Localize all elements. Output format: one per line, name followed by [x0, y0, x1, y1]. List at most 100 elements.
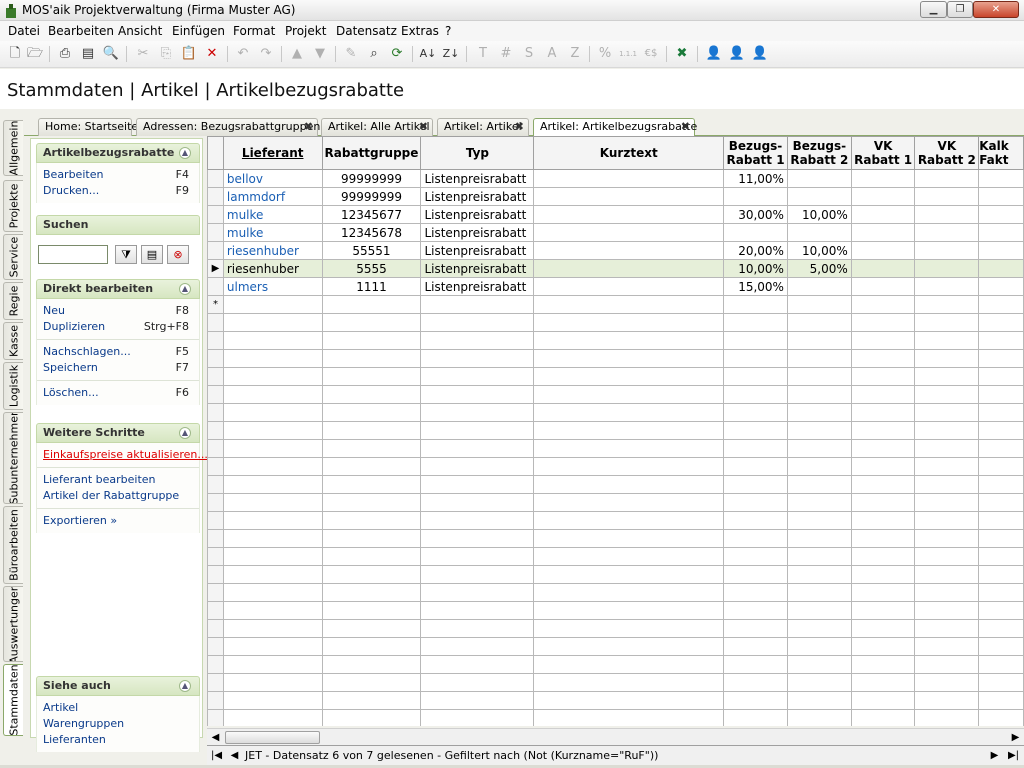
- cell-bezugs-rabatt-1[interactable]: [723, 673, 788, 692]
- cell-typ[interactable]: [420, 349, 535, 368]
- row-selector[interactable]: [207, 493, 224, 512]
- row-selector[interactable]: [207, 367, 224, 386]
- cell-kurztext[interactable]: [533, 691, 725, 710]
- cell-vk-rabatt-2[interactable]: [914, 565, 980, 584]
- cell-rabattgruppe[interactable]: [321, 457, 422, 476]
- empty-row[interactable]: [207, 475, 1024, 494]
- cell-lieferant[interactable]: [222, 637, 323, 656]
- empty-row[interactable]: [207, 709, 1024, 726]
- cell-rabattgruppe[interactable]: [321, 511, 422, 530]
- cell-kalk-faktor[interactable]: [978, 385, 1024, 404]
- cell-rabattgruppe[interactable]: [321, 493, 422, 512]
- cell-rabattgruppe[interactable]: 1111: [321, 277, 422, 296]
- cell-kurztext[interactable]: [533, 655, 725, 674]
- cell-lieferant[interactable]: [222, 547, 323, 566]
- vtab-logistik[interactable]: Logistik: [3, 362, 23, 410]
- cell-typ[interactable]: [420, 331, 535, 350]
- cell-lieferant[interactable]: [222, 655, 323, 674]
- cell-vk-rabatt-1[interactable]: [850, 565, 916, 584]
- cell-bezugs-rabatt-2[interactable]: [786, 637, 852, 656]
- table-row[interactable]: riesenhuber 55551 Listenpreisrabatt 20,00% 1…: [207, 241, 1024, 260]
- menu-einfuegen[interactable]: Einfügen: [172, 24, 225, 38]
- cell-typ[interactable]: Listenpreisrabatt: [420, 277, 535, 296]
- close-tab-icon[interactable]: ✖: [304, 119, 313, 135]
- z-icon[interactable]: Z: [566, 45, 584, 63]
- cell-bezugs-rabatt-1[interactable]: [723, 529, 788, 548]
- row-selector[interactable]: [207, 205, 224, 224]
- new-icon[interactable]: 🗋: [6, 45, 24, 63]
- cell-typ[interactable]: [420, 385, 535, 404]
- cell-vk-rabatt-2[interactable]: [914, 457, 980, 476]
- cell-vk-rabatt-1[interactable]: [850, 403, 916, 422]
- cell-typ[interactable]: [420, 421, 535, 440]
- row-selector[interactable]: [207, 673, 224, 692]
- cell-bezugs-rabatt-2[interactable]: [786, 565, 852, 584]
- cell-kalk-faktor[interactable]: [978, 259, 1024, 278]
- cell-kalk-faktor[interactable]: [978, 205, 1024, 224]
- cell-lieferant[interactable]: [222, 385, 323, 404]
- row-selector[interactable]: *: [207, 295, 224, 314]
- cell-bezugs-rabatt-1[interactable]: [723, 403, 788, 422]
- empty-row[interactable]: [207, 457, 1024, 476]
- cell-vk-rabatt-1[interactable]: [850, 169, 916, 188]
- cell-rabattgruppe[interactable]: 12345677: [321, 205, 422, 224]
- cell-kurztext[interactable]: [533, 205, 725, 224]
- empty-row[interactable]: [207, 565, 1024, 584]
- percent-icon[interactable]: %: [596, 45, 614, 63]
- vtab-kasse[interactable]: Kasse: [3, 322, 23, 360]
- cell-typ[interactable]: [420, 565, 535, 584]
- sort-asc-icon[interactable]: A↓: [419, 45, 437, 63]
- close-tab-icon[interactable]: ✖: [681, 119, 690, 135]
- cell-lieferant[interactable]: lammdorf: [222, 187, 323, 206]
- row-selector[interactable]: [207, 349, 224, 368]
- cell-vk-rabatt-1[interactable]: [850, 475, 916, 494]
- cell-bezugs-rabatt-2[interactable]: [786, 583, 852, 602]
- cut-icon[interactable]: ✂: [134, 45, 152, 63]
- link-artikel[interactable]: Artikel: [37, 700, 199, 716]
- cell-typ[interactable]: Listenpreisrabatt: [420, 205, 535, 224]
- action-einkaufspreise-aktualisieren[interactable]: Einkaufspreise aktualisieren...: [37, 447, 208, 463]
- group-header[interactable]: Weitere Schritte ▲: [36, 423, 200, 443]
- cell-bezugs-rabatt-1[interactable]: [723, 565, 788, 584]
- row-selector[interactable]: [207, 655, 224, 674]
- cell-vk-rabatt-1[interactable]: [850, 295, 916, 314]
- cell-typ[interactable]: [420, 475, 535, 494]
- cell-bezugs-rabatt-1[interactable]: [723, 709, 788, 726]
- cell-vk-rabatt-1[interactable]: [850, 277, 916, 296]
- cell-vk-rabatt-1[interactable]: [850, 493, 916, 512]
- action-artikel-der-rabattgruppe[interactable]: Artikel der Rabattgruppe: [37, 488, 199, 504]
- cell-lieferant[interactable]: [222, 313, 323, 332]
- cell-bezugs-rabatt-2[interactable]: [786, 511, 852, 530]
- cell-lieferant[interactable]: [222, 403, 323, 422]
- cell-vk-rabatt-2[interactable]: [914, 403, 980, 422]
- menu-bearbeiten[interactable]: Bearbeiten: [48, 24, 114, 38]
- cell-vk-rabatt-1[interactable]: [850, 421, 916, 440]
- row-selector[interactable]: [207, 241, 224, 260]
- row-selector[interactable]: [207, 637, 224, 656]
- cell-kurztext[interactable]: [533, 385, 725, 404]
- cell-vk-rabatt-1[interactable]: [850, 385, 916, 404]
- vtab-auswertungen[interactable]: Auswertungen: [3, 586, 23, 662]
- s-icon[interactable]: S: [520, 45, 538, 63]
- cell-kalk-faktor[interactable]: [978, 709, 1024, 726]
- empty-row[interactable]: [207, 655, 1024, 674]
- empty-row[interactable]: [207, 583, 1024, 602]
- cell-typ[interactable]: [420, 547, 535, 566]
- cell-typ[interactable]: Listenpreisrabatt: [420, 259, 535, 278]
- collapse-icon[interactable]: ▲: [179, 680, 191, 692]
- minimize-button[interactable]: ▁: [920, 1, 947, 18]
- cell-vk-rabatt-2[interactable]: [914, 655, 980, 674]
- empty-row[interactable]: [207, 331, 1024, 350]
- cell-lieferant[interactable]: mulke: [222, 223, 323, 242]
- cell-bezugs-rabatt-1[interactable]: 15,00%: [723, 277, 788, 296]
- excel-icon[interactable]: ✖: [673, 45, 691, 63]
- empty-row[interactable]: [207, 601, 1024, 620]
- page-preview-icon[interactable]: 🔍: [102, 45, 120, 63]
- cell-rabattgruppe[interactable]: [321, 601, 422, 620]
- cell-rabattgruppe[interactable]: [321, 673, 422, 692]
- cell-typ[interactable]: [420, 709, 535, 726]
- cell-vk-rabatt-1[interactable]: [850, 547, 916, 566]
- group-header[interactable]: Artikelbezugsrabatte ▲: [36, 143, 200, 163]
- cell-vk-rabatt-2[interactable]: [914, 583, 980, 602]
- paste-icon[interactable]: 📋: [180, 45, 198, 63]
